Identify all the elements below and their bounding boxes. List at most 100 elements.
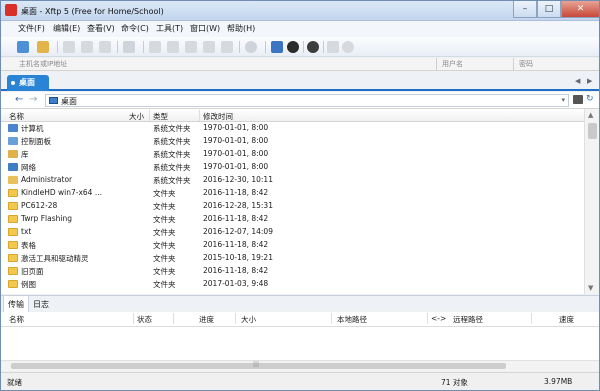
address-divider: [436, 58, 437, 71]
scrollbar-thumb[interactable]: [588, 123, 597, 139]
file-modified: 2017-01-03, 9:48: [203, 279, 269, 288]
new-session-icon[interactable]: [17, 41, 29, 53]
scroll-down-icon[interactable]: ▼: [588, 284, 593, 292]
minimize-button[interactable]: –: [513, 1, 537, 18]
scrollbar-grip-icon: |||: [253, 361, 260, 368]
delete-icon[interactable]: [185, 41, 197, 53]
file-type: 文件夹: [153, 202, 176, 211]
menu-view[interactable]: 查看(V): [87, 23, 115, 35]
column-name[interactable]: 名称: [9, 111, 24, 122]
column-modified[interactable]: 修改时间: [203, 111, 233, 122]
connect-icon[interactable]: [63, 41, 75, 53]
file-name: 控制面板: [21, 137, 51, 146]
column-divider: [331, 313, 332, 324]
transfer-column-name[interactable]: 名称: [9, 314, 24, 325]
gear-icon[interactable]: [307, 41, 319, 53]
back-icon[interactable]: ←: [15, 94, 23, 105]
file-type: 文件夹: [153, 254, 176, 263]
paste-icon[interactable]: [167, 41, 179, 53]
tab-scroll-left-icon[interactable]: ◀: [575, 77, 580, 85]
tab-scroll-right-icon[interactable]: ▶: [587, 77, 592, 85]
folder-icon: [8, 254, 18, 262]
path-dropdown-icon[interactable]: ▾: [561, 96, 565, 104]
find-icon[interactable]: [221, 41, 233, 53]
host-input[interactable]: 主机名或IP地址: [19, 59, 67, 69]
transfer-horizontal-scrollbar[interactable]: |||: [1, 360, 599, 371]
menu-command[interactable]: 命令(C): [121, 23, 149, 35]
session-tab-strip: 桌面 ◀ ▶: [1, 72, 599, 91]
open-folder-icon[interactable]: [37, 41, 49, 53]
file-row[interactable]: Twrp Flashing 文件夹 2016-11-18, 8:42: [1, 213, 584, 226]
file-row[interactable]: 网络 系统文件夹 1970-01-01, 8:00: [1, 161, 584, 174]
menu-window[interactable]: 窗口(W): [190, 23, 220, 35]
rename-icon[interactable]: [203, 41, 215, 53]
column-size[interactable]: 大小: [129, 111, 144, 122]
user-folder-icon: [8, 176, 18, 184]
file-row[interactable]: 计算机 系统文件夹 1970-01-01, 8:00: [1, 122, 584, 135]
transfer-column-speed[interactable]: 速度: [559, 314, 574, 325]
folder-icon: [8, 215, 18, 223]
xshell-icon[interactable]: [271, 41, 283, 53]
file-row[interactable]: 库 系统文件夹 1970-01-01, 8:00: [1, 148, 584, 161]
maximize-button[interactable]: □: [537, 1, 561, 18]
file-row[interactable]: 激活工具和驱动精灵 文件夹 2015-10-18, 19:21: [1, 252, 584, 265]
transfer-column-size[interactable]: 大小: [241, 314, 256, 325]
properties-icon[interactable]: [99, 41, 111, 53]
forward-icon[interactable]: →: [29, 94, 37, 105]
file-row[interactable]: 旧页面 文件夹 2016-11-18, 8:42: [1, 265, 584, 278]
tab-transfer[interactable]: 传输: [3, 296, 29, 312]
column-divider: [199, 110, 200, 121]
globe-icon[interactable]: [245, 41, 257, 53]
transfer-column-local-path[interactable]: 本地路径: [337, 314, 367, 325]
menu-file[interactable]: 文件(F): [18, 23, 45, 35]
path-bar: ← → 桌面 ▾ ↻: [1, 92, 599, 109]
username-input[interactable]: 用户名: [442, 59, 463, 69]
transfer-column-progress[interactable]: 进度: [199, 314, 214, 325]
file-modified: 1970-01-01, 8:00: [203, 149, 269, 158]
file-row[interactable]: 表格 文件夹 2016-11-18, 8:42: [1, 239, 584, 252]
transfer-icon[interactable]: [287, 41, 299, 53]
tab-log[interactable]: 日志: [29, 296, 53, 312]
toolbar-separator: [57, 41, 58, 53]
copy-icon[interactable]: [149, 41, 161, 53]
transfer-column-direction[interactable]: <->: [431, 314, 446, 323]
password-input[interactable]: 密码: [519, 59, 533, 69]
file-name: KindleHD win7-x64 ...: [21, 188, 102, 197]
title-bar[interactable]: 桌面 - Xftp 5 (Free for Home/School) – □ ✕: [1, 1, 599, 21]
file-name: PC612-28: [21, 201, 58, 210]
tab-desktop[interactable]: 桌面: [7, 75, 49, 91]
path-input[interactable]: 桌面 ▾: [45, 94, 569, 107]
column-type[interactable]: 类型: [153, 111, 168, 122]
file-row[interactable]: 控制面板 系统文件夹 1970-01-01, 8:00: [1, 135, 584, 148]
file-modified: 1970-01-01, 8:00: [203, 162, 269, 171]
file-type: 文件夹: [153, 241, 176, 250]
file-modified: 2016-12-30, 10:11: [203, 175, 273, 184]
refresh-icon[interactable]: [123, 41, 135, 53]
scroll-up-icon[interactable]: ▲: [588, 111, 593, 119]
menu-edit[interactable]: 编辑(E): [53, 23, 80, 35]
file-type: 系统文件夹: [153, 163, 191, 172]
menu-help[interactable]: 帮助(H): [227, 23, 255, 35]
window-title: 桌面 - Xftp 5 (Free for Home/School): [21, 7, 164, 16]
file-name: 激活工具和驱动精灵: [21, 254, 89, 263]
transfer-column-status[interactable]: 状态: [137, 314, 152, 325]
file-row[interactable]: KindleHD win7-x64 ... 文件夹 2016-11-18, 8:42: [1, 187, 584, 200]
file-list-scrollbar[interactable]: ▲ ▼: [584, 109, 599, 294]
file-row[interactable]: PC612-28 文件夹 2016-12-28, 15:31: [1, 200, 584, 213]
file-row[interactable]: txt 文件夹 2016-12-07, 14:09: [1, 226, 584, 239]
folder-options-icon[interactable]: [573, 95, 583, 104]
file-row[interactable]: Administrator 系统文件夹 2016-12-30, 10:11: [1, 174, 584, 187]
disconnect-icon[interactable]: [81, 41, 93, 53]
file-name: txt: [21, 227, 32, 236]
transfer-column-remote-path[interactable]: 远程路径: [453, 314, 483, 325]
file-modified: 2016-11-18, 8:42: [203, 266, 269, 275]
file-row[interactable]: 例图 文件夹 2017-01-03, 9:48: [1, 278, 584, 291]
control-panel-icon: [8, 137, 18, 145]
comment-icon[interactable]: [327, 41, 339, 53]
menu-tools[interactable]: 工具(T): [156, 23, 183, 35]
file-type: 文件夹: [153, 189, 176, 198]
refresh-path-icon[interactable]: ↻: [586, 94, 594, 104]
help-icon[interactable]: [342, 41, 354, 53]
close-button[interactable]: ✕: [561, 1, 599, 18]
file-type: 文件夹: [153, 228, 176, 237]
